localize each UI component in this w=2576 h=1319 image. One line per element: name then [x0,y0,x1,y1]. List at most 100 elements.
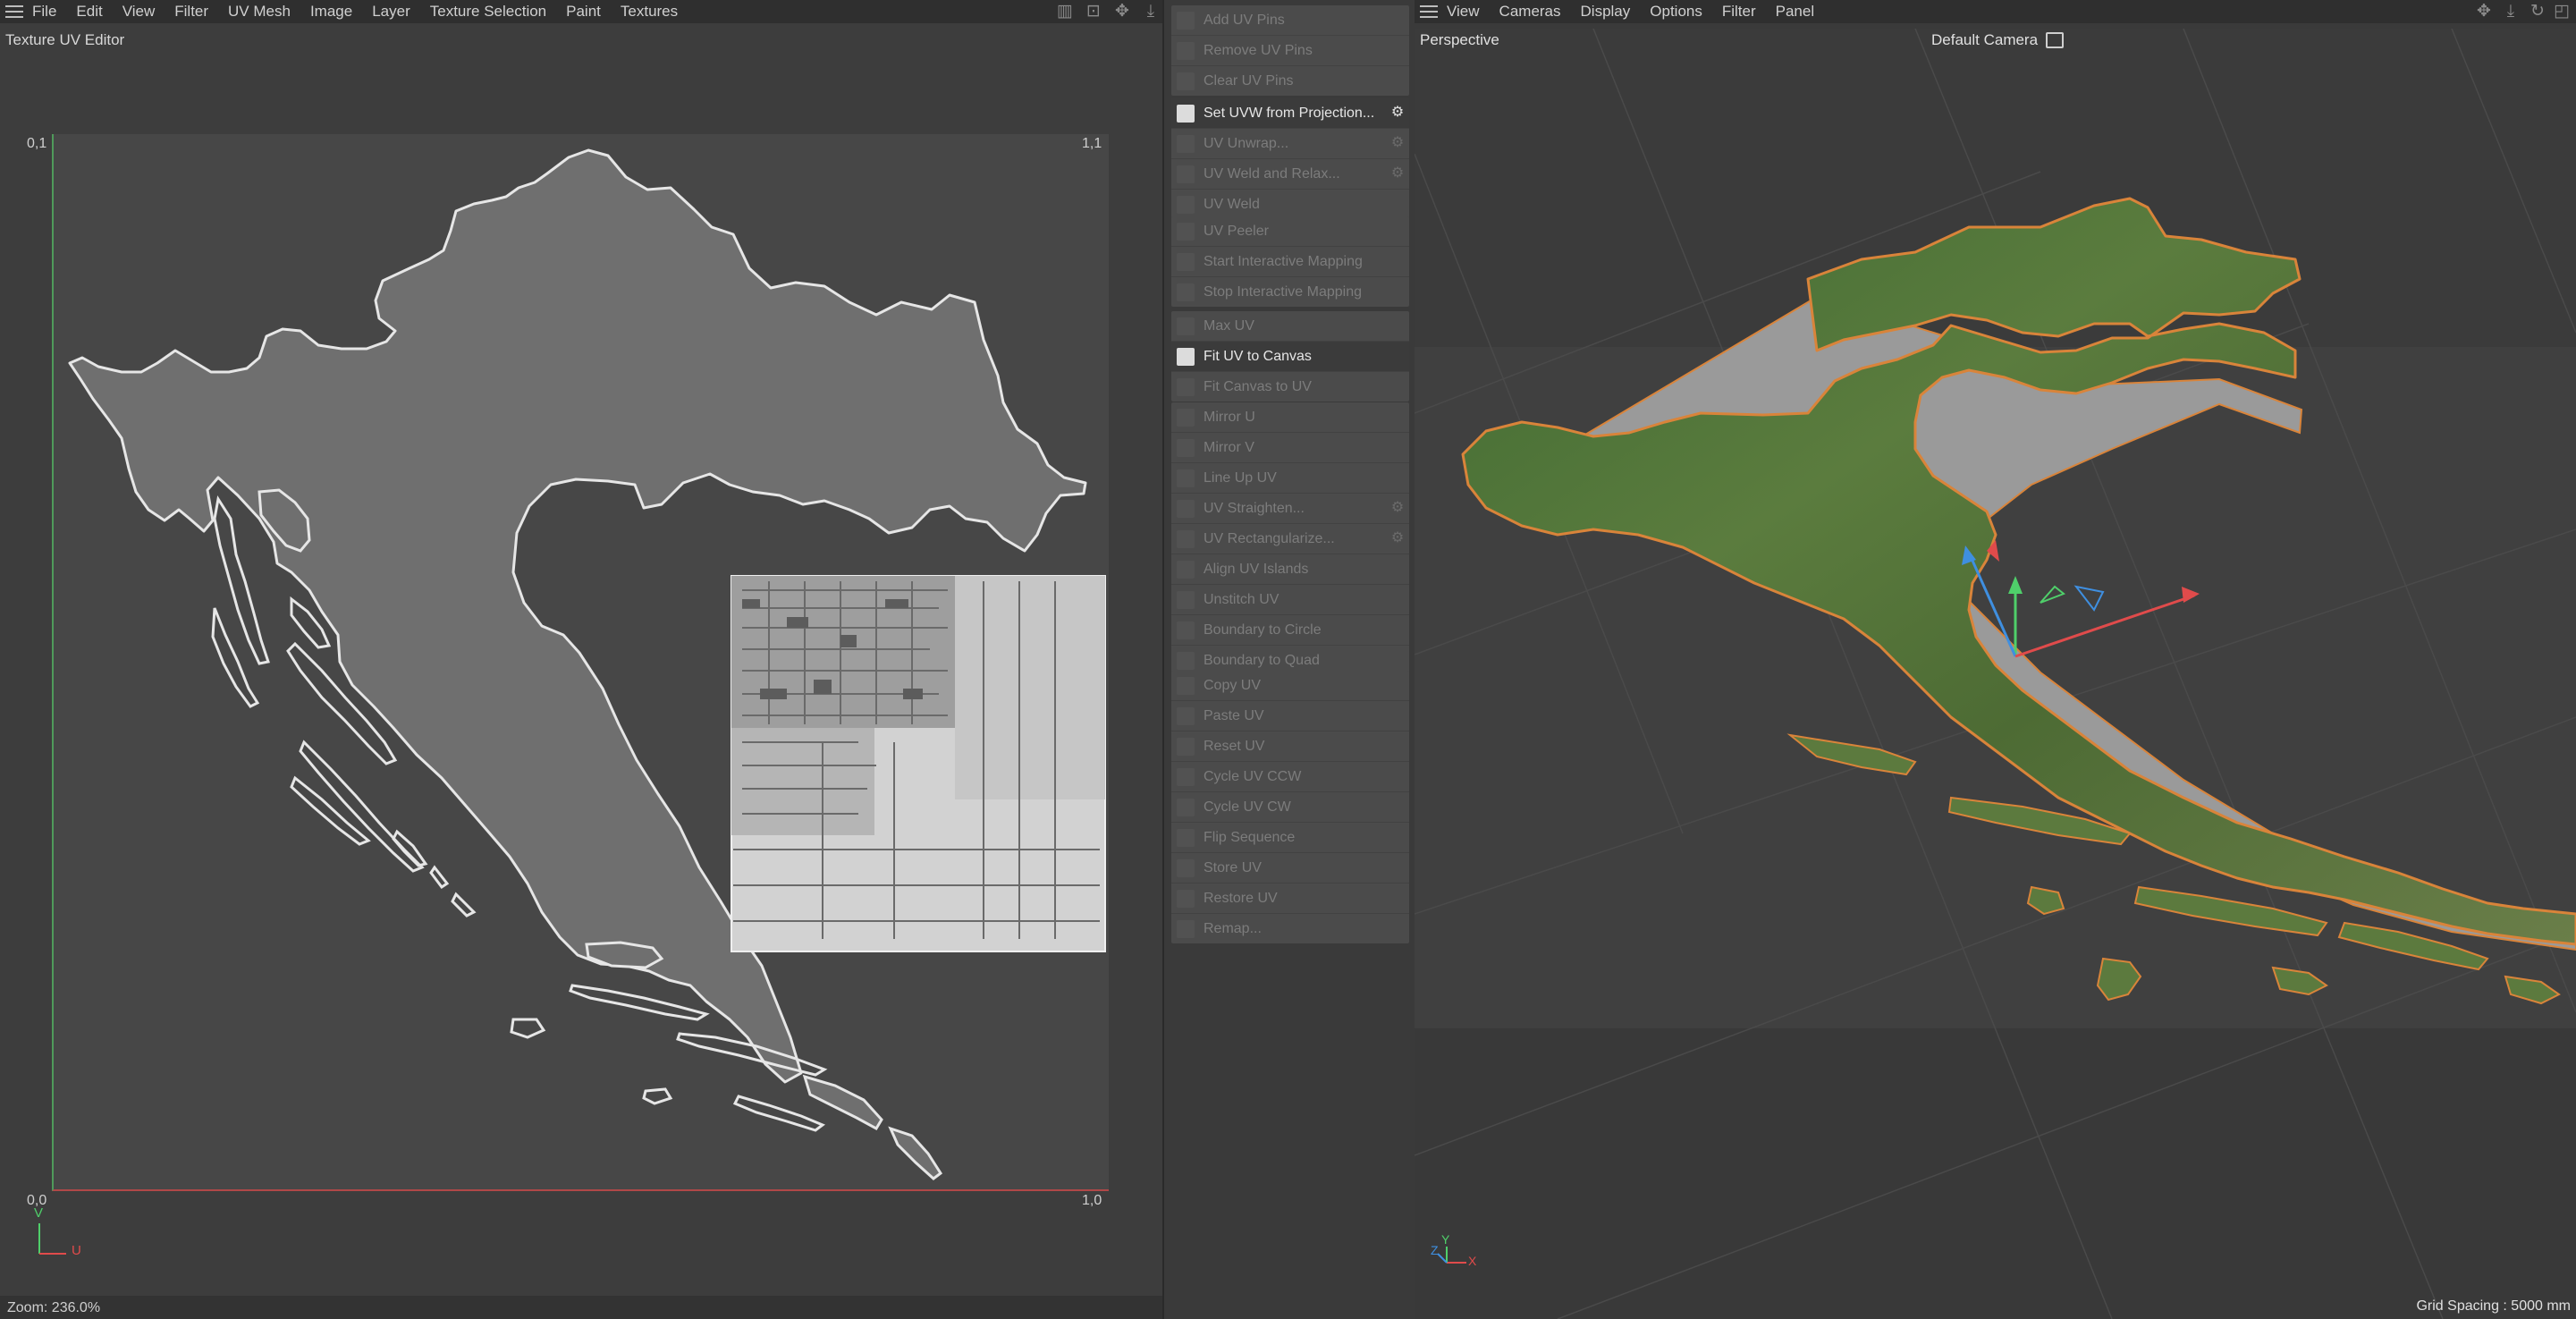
command-fit-uv-to-canvas[interactable]: Fit UV to Canvas [1171,342,1409,372]
menu-filter[interactable]: Filter [1722,3,1756,21]
command-uv-rectangularize[interactable]: UV Rectangularize... ⚙ [1171,524,1409,554]
menu-file[interactable]: File [32,3,56,21]
command-add-uv-pins[interactable]: Add UV Pins [1171,5,1409,36]
command-uv-unwrap[interactable]: UV Unwrap... ⚙ [1171,129,1409,159]
remap-icon [1177,919,1195,938]
command-fit-canvas-to-uv[interactable]: Fit Canvas to UV [1171,372,1409,402]
command-unstitch-uv[interactable]: Unstitch UV [1171,585,1409,615]
stop-interactive-mapping-icon [1177,283,1195,301]
menu-paint[interactable]: Paint [566,3,601,21]
menu-view[interactable]: View [1447,3,1480,21]
download-icon[interactable]: ⤓ [2501,2,2521,21]
gear-icon[interactable]: ⚙ [1389,165,1406,182]
histogram-icon[interactable]: ▥ [1055,2,1075,21]
uv-wall-patch [731,575,1106,952]
move-icon[interactable]: ✥ [1112,2,1132,21]
gear-icon[interactable]: ⚙ [1389,135,1406,151]
command-uv-weld-and-relax[interactable]: UV Weld and Relax... ⚙ [1171,159,1409,190]
download-icon[interactable]: ⤓ [1141,2,1161,21]
command-remove-uv-pins[interactable]: Remove UV Pins [1171,36,1409,66]
command-label: Cycle UV CW [1204,799,1291,815]
command-label: Paste UV [1204,707,1264,723]
command-uv-weld[interactable]: UV Weld [1171,190,1409,219]
command-set-uvw-from-projection[interactable]: Set UVW from Projection... ⚙ [1171,98,1409,129]
uv-straighten-icon [1177,499,1195,518]
uv-island-small-1 [392,829,428,867]
uv-canvas[interactable] [52,134,1109,1191]
uv-island-elafiti [888,1126,943,1180]
menu-display[interactable]: Display [1581,3,1631,21]
command-flip-sequence[interactable]: Flip Sequence [1171,823,1409,853]
boundary-to-circle-icon [1177,621,1195,639]
uv-rectangularize-icon [1177,529,1195,548]
command-uv-straighten[interactable]: UV Straighten... ⚙ [1171,494,1409,524]
command-mirror-u[interactable]: Mirror U [1171,402,1409,433]
command-line-up-uv[interactable]: Line Up UV [1171,463,1409,494]
command-label: Flip Sequence [1204,829,1296,845]
cycle-uv-cw-icon [1177,798,1195,816]
menu-image[interactable]: Image [310,3,352,21]
rotate-icon[interactable]: ↻ [2528,2,2547,21]
gear-icon[interactable]: ⚙ [1389,105,1406,121]
gear-icon[interactable]: ⚙ [1389,500,1406,516]
flip-sequence-icon [1177,828,1195,847]
command-label: Remove UV Pins [1204,42,1313,58]
menu-view[interactable]: View [122,3,156,21]
command-mirror-v[interactable]: Mirror V [1171,433,1409,463]
command-copy-uv[interactable]: Copy UV [1171,671,1409,701]
command-cycle-uv-ccw[interactable]: Cycle UV CCW [1171,762,1409,792]
command-label: UV Unwrap... [1204,135,1289,151]
command-clear-uv-pins[interactable]: Clear UV Pins [1171,66,1409,96]
uv-island-losinj [211,607,260,708]
command-label: Boundary to Quad [1204,652,1320,668]
menu-edit[interactable]: Edit [76,3,102,21]
menu-uv-mesh[interactable]: UV Mesh [228,3,291,21]
move-icon[interactable]: ✥ [2474,2,2494,21]
command-label: Store UV [1204,859,1262,875]
mini-axis-y-label: Y [1441,1232,1450,1247]
command-label: Align UV Islands [1204,561,1309,577]
command-paste-uv[interactable]: Paste UV [1171,701,1409,731]
command-label: Reset UV [1204,738,1265,754]
copy-uv-icon [1177,676,1195,695]
command-cycle-uv-cw[interactable]: Cycle UV CW [1171,792,1409,823]
menu-textures[interactable]: Textures [621,3,678,21]
command-label: Stop Interactive Mapping [1204,283,1362,300]
menu-cameras[interactable]: Cameras [1499,3,1561,21]
start-interactive-mapping-icon [1177,252,1195,271]
menu-options[interactable]: Options [1650,3,1702,21]
command-label: Add UV Pins [1204,12,1285,28]
command-restore-uv[interactable]: Restore UV [1171,884,1409,914]
menu-layer[interactable]: Layer [372,3,410,21]
hamburger-menu-icon[interactable] [1420,5,1438,18]
lock-icon[interactable]: ⊡ [1084,2,1103,21]
gear-icon[interactable]: ⚙ [1389,530,1406,546]
menu-filter[interactable]: Filter [174,3,208,21]
restore-uv-icon [1177,889,1195,908]
v-axis-label: V [34,1205,44,1221]
3d-viewport[interactable]: X Y Z [1415,29,2576,1319]
command-start-interactive-mapping[interactable]: Start Interactive Mapping [1171,247,1409,277]
uv-editor-panel: File Edit View Filter UV Mesh Image Laye… [0,0,1162,1319]
camera-name[interactable]: Default Camera [1931,31,2038,49]
command-stop-interactive-mapping[interactable]: Stop Interactive Mapping [1171,277,1409,307]
uv-island-small-2 [429,865,450,890]
command-label: Clear UV Pins [1204,72,1294,89]
command-reset-uv[interactable]: Reset UV [1171,731,1409,762]
command-group: Set UVW from Projection... ⚙ UV Unwrap... ⚙… [1171,98,1409,219]
command-uv-peeler[interactable]: UV Peeler [1171,216,1409,247]
command-store-uv[interactable]: Store UV [1171,853,1409,884]
menu-panel[interactable]: Panel [1776,3,1814,21]
grid-spacing: Grid Spacing : 5000 mm [2416,1298,2571,1314]
command-remap[interactable]: Remap... [1171,914,1409,943]
camera-icon[interactable] [2046,32,2064,48]
viewport-panel: View Cameras Display Options Filter Pane… [1415,0,2576,1319]
maximize-icon[interactable]: ◰ [2552,2,2572,21]
command-max-uv[interactable]: Max UV [1171,311,1409,342]
command-label: UV Weld and Relax... [1204,165,1340,182]
command-group: Add UV Pins Remove UV Pins Clear UV Pins [1171,5,1409,96]
command-boundary-to-circle[interactable]: Boundary to Circle [1171,615,1409,646]
hamburger-menu-icon[interactable] [5,5,23,18]
menu-texture-selection[interactable]: Texture Selection [430,3,546,21]
command-align-uv-islands[interactable]: Align UV Islands [1171,554,1409,585]
